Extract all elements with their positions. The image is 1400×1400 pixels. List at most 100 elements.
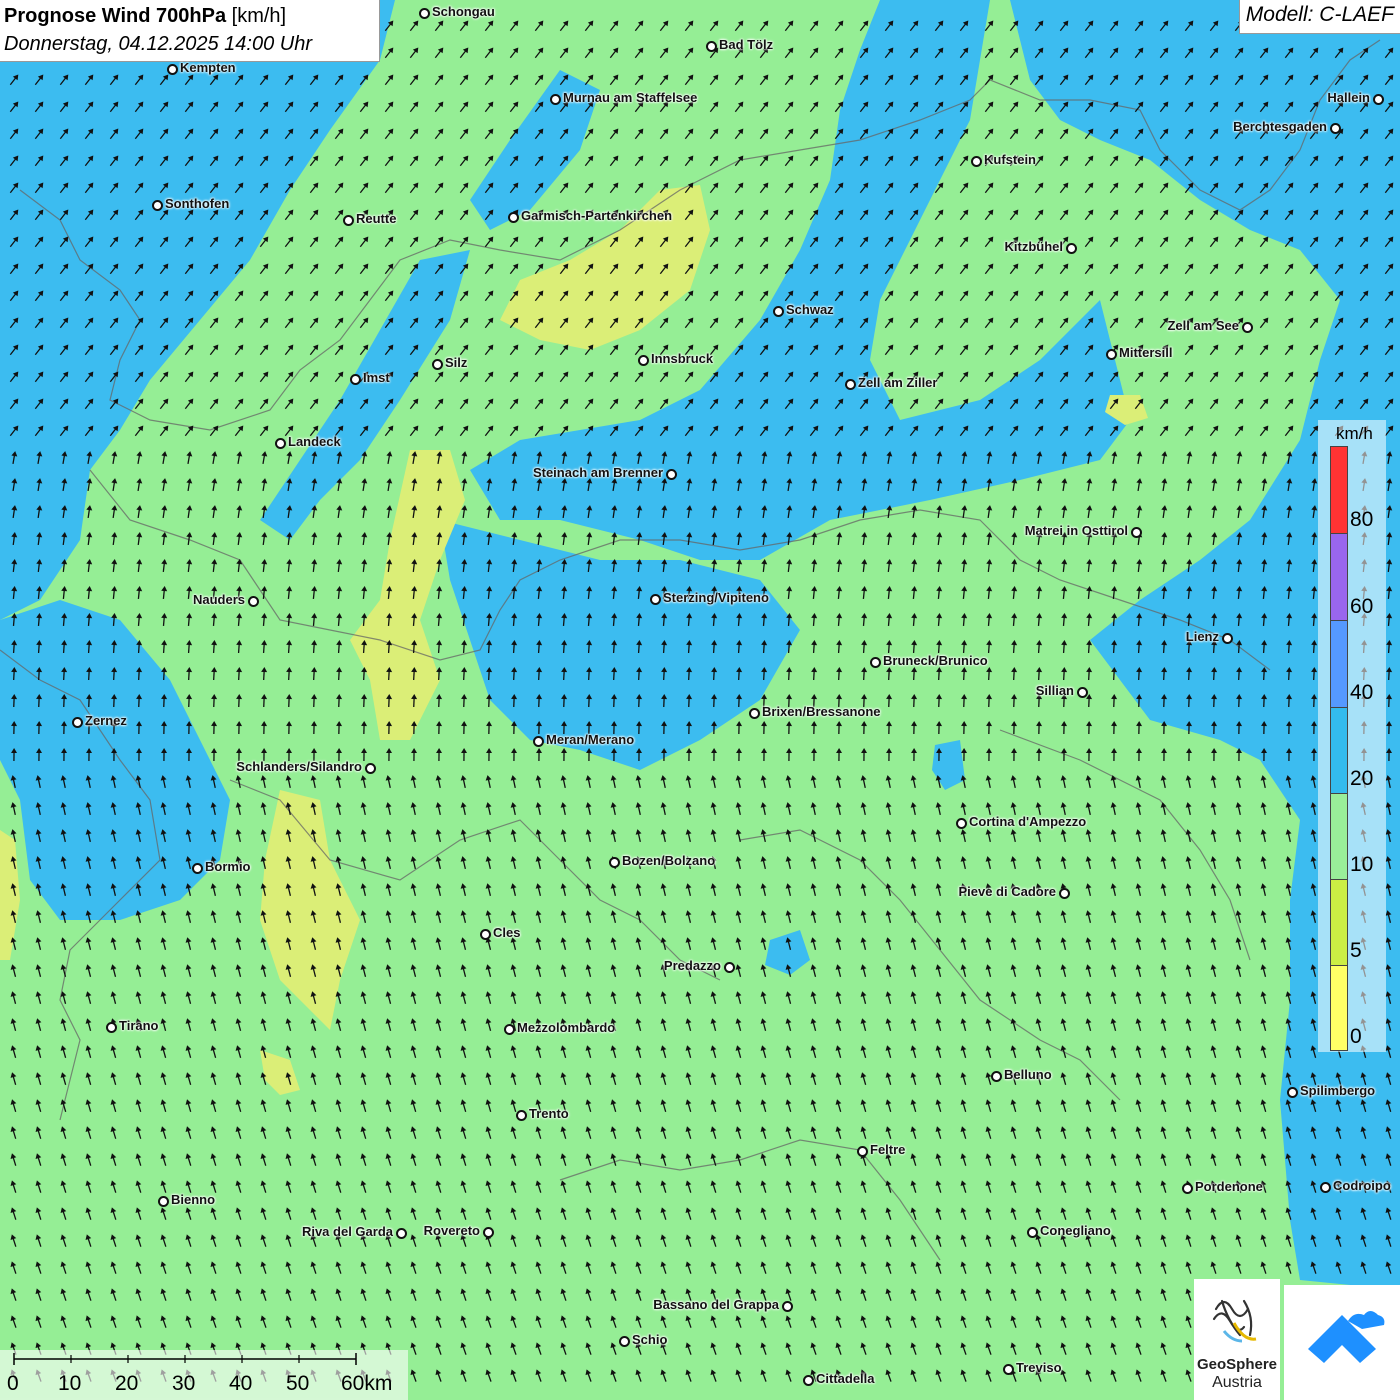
city-label: Kempten [180,60,236,75]
legend-tick-40: 40 [1350,681,1374,704]
city-label: Imst [363,370,390,385]
city-marker-icon [857,1146,868,1157]
city-marker-icon [706,41,717,52]
city-label: Tirano [119,1018,159,1033]
scale-label-60km: 60km [341,1372,393,1395]
legend-tick-10: 10 [1350,853,1374,876]
city-marker-icon [504,1024,515,1035]
city-label: Reutte [356,211,397,226]
city-marker-icon [167,64,178,75]
city-label: Steinach am Brenner [532,465,663,480]
geosphere-logo[interactable]: GeoSphere Austria [1194,1279,1280,1400]
city-marker-icon [991,1071,1002,1082]
title-panel: Prognose Wind 700hPa [km/h] Donnerstag, … [0,0,380,62]
city-label: Pieve di Cadore [958,884,1056,899]
city-marker-icon [638,355,649,366]
city-marker-icon [609,857,620,868]
city-marker-icon [956,818,967,829]
legend-swatch-0 [1330,965,1348,1051]
legend-tick-80: 80 [1350,508,1374,531]
city-marker-icon [870,657,881,668]
city-marker-icon [1330,123,1341,134]
city-marker-icon [782,1301,793,1312]
legend-swatch-80 [1330,446,1348,534]
city-marker-icon [1003,1364,1014,1375]
scale-label-30: 30 [172,1372,196,1395]
legend-tick-0: 0 [1350,1025,1362,1048]
city-label: Meran/Merano [546,732,635,747]
geosphere-logo-line1: GeoSphere [1196,1356,1278,1373]
city-marker-icon [773,306,784,317]
geosphere-logo-icon [1212,1299,1257,1343]
city-marker-icon [749,708,760,719]
legend-unit: km/h [1336,424,1373,443]
city-marker-icon [971,156,982,167]
city-label: Bad Tölz [719,37,774,52]
scale-label-40: 40 [229,1372,253,1395]
city-label: Sterzing/Vipiteno [663,590,769,605]
city-marker-icon [248,596,259,607]
city-label: Innsbruck [651,351,714,366]
legend-swatch-40 [1330,620,1348,708]
legend-tick-20: 20 [1350,767,1374,790]
city-label: Murnau am Staffelsee [563,90,698,105]
title-main: Prognose Wind 700hPa [4,5,227,27]
city-label: Sonthofen [165,196,230,211]
city-label: Berchtesgaden [1233,119,1327,134]
city-label: Cles [493,925,521,940]
city-marker-icon [845,379,856,390]
city-label: Predazzo [663,958,721,973]
color-legend: km/h 80 60 40 20 10 5 0 [1318,420,1386,1052]
city-marker-icon [365,763,376,774]
city-marker-icon [396,1228,407,1239]
city-marker-icon [1131,527,1142,538]
title-unit: [km/h] [226,5,287,27]
city-label: Mittersill [1119,345,1173,360]
city-label: Bienno [171,1192,216,1207]
city-label: Schwaz [786,302,834,317]
city-marker-icon [343,215,354,226]
city-label: Cortina d'Ampezzo [969,814,1087,829]
legend-swatch-20 [1330,707,1348,795]
city-marker-icon [1287,1087,1298,1098]
city-label: Bassano del Grappa [653,1297,779,1312]
city-marker-icon [666,469,677,480]
legend-swatch-5 [1330,879,1348,967]
city-label: Conegliano [1040,1223,1111,1238]
city-label: Trento [529,1106,569,1121]
city-marker-icon [72,717,83,728]
city-label: Kitzbühel [1004,239,1064,254]
city-marker-icon [508,212,519,223]
city-label: Schlanders/Silandro [236,759,362,774]
city-marker-icon [158,1196,169,1207]
city-marker-icon [619,1336,630,1347]
city-marker-icon [1059,888,1070,899]
city-marker-icon [1182,1183,1193,1194]
city-label: Brixen/Bressanone [762,704,881,719]
city-label: Matrei in Osttirol [1024,523,1128,538]
city-label: Garmisch-Partenkirchen [521,208,673,223]
geosphere-logo-line2: Austria [1212,1374,1262,1391]
map-title: Prognose Wind 700hPa [km/h] [4,3,375,30]
city-label: Bormio [205,859,251,874]
city-label: Feltre [870,1142,906,1157]
city-marker-icon [1320,1182,1331,1193]
scale-label-10: 10 [58,1372,82,1395]
city-label: Lienz [1185,629,1219,644]
city-marker-icon [516,1110,527,1121]
city-label: Bruneck/Brunico [883,653,988,668]
city-label: Landeck [288,434,341,449]
city-marker-icon [106,1022,117,1033]
city-marker-icon [803,1375,814,1386]
city-label: Spilimbergo [1300,1083,1376,1098]
city-label: Hallein [1327,90,1370,105]
legend-tick-5: 5 [1350,939,1362,962]
city-marker-icon [483,1227,494,1238]
city-marker-icon [1077,687,1088,698]
scale-label-0: 0 [7,1372,19,1395]
city-marker-icon [1106,349,1117,360]
city-marker-icon [533,736,544,747]
city-label: Kufstein [984,152,1036,167]
weather-app-logo[interactable] [1284,1285,1400,1400]
city-marker-icon [550,94,561,105]
